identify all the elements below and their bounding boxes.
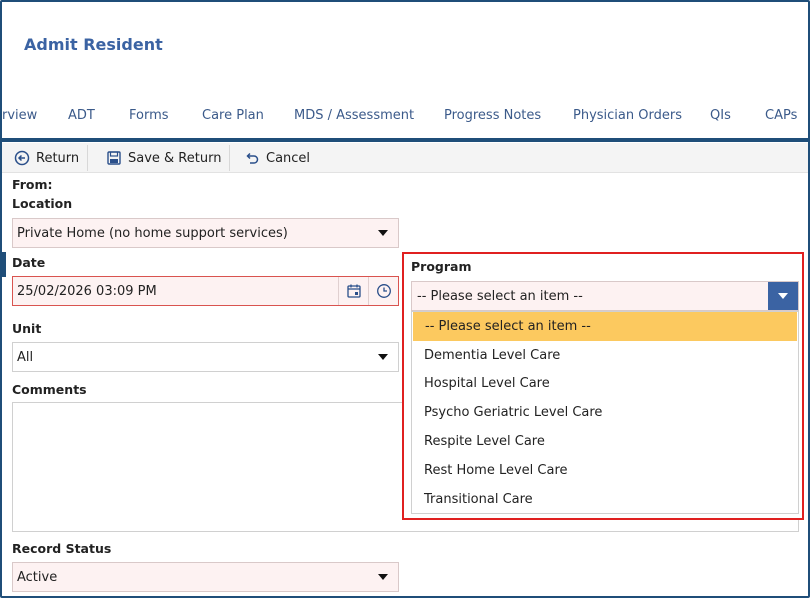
tab-mds-assessment[interactable]: MDS / Assessment (294, 108, 414, 123)
program-option[interactable]: Transitional Care (412, 485, 798, 514)
date-field[interactable]: 25/02/2026 03:09 PM (12, 276, 399, 306)
program-options-list: -- Please select an item -- Dementia Lev… (411, 311, 799, 514)
admit-resident-window: Admit Resident rview ADT Forms Care Plan… (0, 0, 810, 598)
clock-icon[interactable] (368, 277, 398, 305)
location-label: Location (12, 196, 73, 211)
program-option[interactable]: -- Please select an item -- (413, 312, 797, 341)
save-return-label: Save & Return (128, 150, 222, 166)
record-status-label: Record Status (12, 541, 112, 556)
record-status-value: Active (17, 569, 58, 585)
chevron-down-icon[interactable] (368, 343, 398, 371)
unit-label: Unit (12, 321, 42, 336)
tab-qis[interactable]: QIs (710, 108, 731, 123)
tab-caps[interactable]: CAPs (765, 108, 797, 123)
location-dropdown[interactable]: Private Home (no home support services) (12, 218, 399, 248)
cancel-button[interactable]: Cancel (236, 145, 318, 171)
calendar-icon[interactable] (338, 277, 368, 305)
date-label: Date (12, 255, 46, 270)
record-status-dropdown[interactable]: Active (12, 562, 399, 592)
chevron-down-icon[interactable] (368, 563, 398, 591)
page-title: Admit Resident (24, 35, 163, 54)
unit-value: All (17, 349, 34, 365)
program-option[interactable]: Dementia Level Care (412, 341, 798, 370)
tab-physician-orders[interactable]: Physician Orders (573, 108, 682, 123)
tab-bar: rview ADT Forms Care Plan MDS / Assessme… (2, 102, 808, 142)
tab-adt[interactable]: ADT (68, 108, 95, 123)
tab-care-plan[interactable]: Care Plan (202, 108, 264, 123)
program-option[interactable]: Hospital Level Care (412, 370, 798, 399)
program-selected-value: -- Please select an item -- (417, 288, 583, 304)
return-button[interactable]: Return (6, 145, 89, 171)
save-icon (107, 151, 121, 165)
tab-forms[interactable]: Forms (129, 108, 169, 123)
arrow-left-circle-icon (14, 150, 30, 166)
toolbar: Return Save & Return Cancel (2, 143, 808, 173)
date-icon-group (338, 277, 398, 305)
chevron-down-icon[interactable] (368, 219, 398, 247)
left-edge-marker (2, 252, 6, 277)
program-dropdown[interactable]: -- Please select an item -- (411, 281, 799, 311)
program-option[interactable]: Respite Level Care (412, 427, 798, 456)
program-option[interactable]: Rest Home Level Care (412, 456, 798, 485)
date-value: 25/02/2026 03:09 PM (17, 283, 157, 299)
undo-icon (246, 152, 259, 164)
tab-bar-underline (2, 138, 808, 142)
tab-overview[interactable]: rview (2, 108, 37, 123)
program-highlight-box: Program -- Please select an item -- -- P… (402, 252, 804, 520)
save-return-button[interactable]: Save & Return (98, 145, 231, 171)
unit-dropdown[interactable]: All (12, 342, 399, 372)
chevron-down-icon[interactable] (768, 282, 798, 310)
from-label: From: (12, 177, 53, 192)
tab-progress-notes[interactable]: Progress Notes (444, 108, 541, 123)
comments-label: Comments (12, 382, 87, 397)
cancel-label: Cancel (266, 150, 311, 166)
return-label: Return (36, 150, 80, 166)
location-value: Private Home (no home support services) (17, 225, 288, 241)
program-option[interactable]: Psycho Geriatric Level Care (412, 398, 798, 427)
program-label: Program (411, 259, 472, 274)
